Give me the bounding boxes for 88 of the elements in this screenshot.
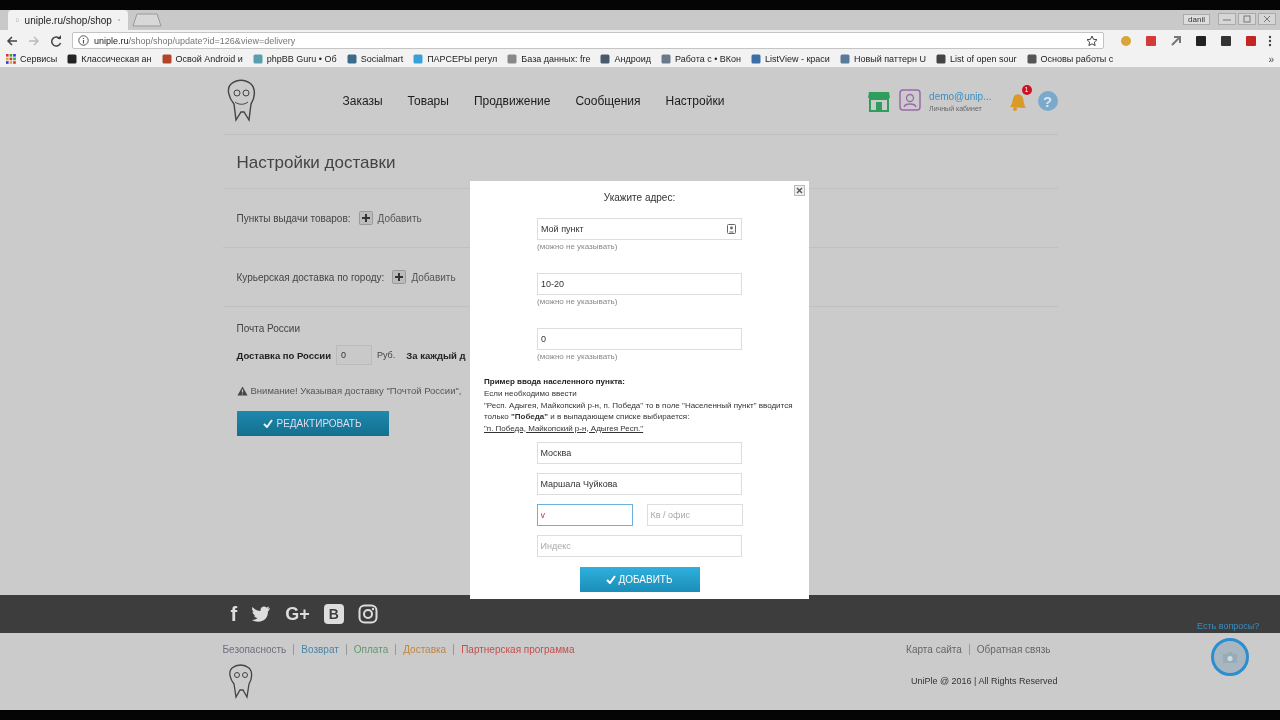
bookmark-icon xyxy=(346,54,357,64)
bookmark-item[interactable]: Основы работы с xyxy=(1026,54,1114,64)
unit-label: Руб. xyxy=(377,350,396,360)
vk-icon[interactable]: B xyxy=(323,604,344,624)
section-label: Курьерская доставка по городу: xyxy=(236,271,385,283)
nav-link[interactable]: Продвижение xyxy=(473,94,551,108)
tab-title: uniple.ru/shop/shop xyxy=(24,14,112,26)
bookmark-icon xyxy=(252,54,263,64)
bookmark-icon xyxy=(507,54,518,64)
bookmark-item[interactable]: Новый паттерн U xyxy=(839,54,926,64)
google-plus-icon[interactable]: G+ xyxy=(285,604,310,624)
plus-icon xyxy=(392,270,407,284)
add-link[interactable]: Добавить xyxy=(392,270,456,284)
text-field[interactable]: v xyxy=(536,504,633,526)
check-icon xyxy=(263,419,274,428)
example-text: Если необходимо ввести "Респ. Адыгея, Майкопский р-н, п. Победа" то в поле "Населенный пункт" вводится только "Победа" и в выпадающем списке выбирается: "п. Победа, Майкопский р-н, Адыгея Респ." xyxy=(484,388,794,434)
browser-tab[interactable]: uniple.ru/shop/shop xyxy=(8,10,128,30)
nav-link[interactable]: Сообщения xyxy=(575,94,641,108)
extension-icon[interactable] xyxy=(1194,33,1208,48)
add-link[interactable]: Добавить xyxy=(358,211,422,225)
bookmark-item[interactable]: ПАРСЕРЫ регул xyxy=(413,54,498,64)
bookmark-icon xyxy=(839,54,850,64)
bookmark-item[interactable]: List of open sour xyxy=(936,54,1017,64)
info-icon[interactable] xyxy=(78,35,89,46)
twitter-icon[interactable] xyxy=(251,605,272,623)
bookmark-icon xyxy=(751,54,762,64)
field-hint: (можно не указывать) xyxy=(537,242,619,251)
edit-button[interactable]: РЕДАКТИРОВАТЬ xyxy=(236,411,389,436)
address-bar[interactable]: uniple.ru/shop/shop/update?id=126&view=delivery xyxy=(72,32,1104,49)
extension-icon[interactable] xyxy=(1219,33,1233,48)
facebook-icon[interactable]: f xyxy=(230,604,238,624)
example-link[interactable]: "п. Победа, Майкопский р-н, Адыгея Респ." xyxy=(484,423,644,433)
instagram-icon[interactable] xyxy=(357,604,378,624)
contact-card-icon[interactable] xyxy=(727,224,736,234)
bookmark-item[interactable]: Освой Android и xyxy=(161,54,243,64)
warning-text: Внимание! Указывая доставку "Почтой России", xyxy=(250,385,462,396)
check-icon xyxy=(606,575,617,584)
nav-link[interactable]: Заказы xyxy=(342,94,383,108)
section-title: Почта России xyxy=(236,323,301,334)
close-icon[interactable] xyxy=(794,185,805,196)
bookmark-item[interactable]: Классическая ан xyxy=(67,54,152,64)
text-field[interactable]: Москва xyxy=(536,442,742,464)
bookmark-icon xyxy=(936,54,946,64)
profile-icon[interactable] xyxy=(899,89,922,113)
more-bookmarks-button[interactable]: » xyxy=(1268,53,1274,65)
bookmark-icon xyxy=(600,54,611,64)
field-hint: (можно не указывать) xyxy=(537,352,619,361)
section-label: Пункты выдачи товаров: xyxy=(236,212,351,224)
bookmark-icon xyxy=(1026,54,1037,64)
url-text: uniple.ru/shop/shop/update?id=126&view=delivery xyxy=(94,35,296,46)
text-field[interactable]: 0 xyxy=(537,328,742,350)
footer-link[interactable]: Карта сайта xyxy=(906,644,969,655)
text-field[interactable]: Индекс xyxy=(536,535,742,557)
text-field[interactable]: Кв / офис xyxy=(646,504,743,526)
bookmark-item[interactable]: Андроид xyxy=(600,54,651,64)
text-field[interactable]: 10-20 xyxy=(537,273,742,295)
star-icon[interactable] xyxy=(1086,34,1098,47)
dialog-title: Укажите адрес: xyxy=(603,192,676,203)
bookmark-item[interactable]: ListView - краси xyxy=(751,54,830,64)
bookmark-item[interactable]: Сервисы xyxy=(6,54,58,64)
camera-icon xyxy=(1222,650,1238,664)
field-label: Доставка по России xyxy=(236,349,331,361)
footer-link[interactable]: Обратная связь xyxy=(968,644,1058,655)
bookmark-icon xyxy=(161,54,172,64)
reload-icon[interactable] xyxy=(50,34,62,47)
bookmark-item[interactable]: База данных: fre xyxy=(507,54,591,64)
warning-icon xyxy=(236,385,248,396)
menu-icon[interactable] xyxy=(1268,34,1272,47)
bookmark-item[interactable]: Socialmart xyxy=(346,54,404,64)
price-field[interactable]: 0 xyxy=(336,345,372,365)
nav-link[interactable]: Настройки xyxy=(665,94,725,108)
text-field[interactable]: Маршала Чуйкова xyxy=(536,473,742,495)
close-icon[interactable] xyxy=(1258,13,1276,25)
bookmark-icon xyxy=(661,54,671,64)
copyright-text: UniPle @ 2016 | All Rights Reserved xyxy=(910,676,1058,686)
nav-link[interactable]: Товары xyxy=(407,94,449,108)
bookmark-icon xyxy=(413,54,424,64)
example-title: Пример ввода населенного пункта: xyxy=(484,377,626,386)
field-label: За каждый д xyxy=(406,349,466,361)
bookmark-icon xyxy=(67,54,78,64)
back-arrow-icon[interactable] xyxy=(6,34,18,47)
profile-button[interactable]: danil xyxy=(1183,14,1210,25)
bookmark-item[interactable]: phpBB Guru • Об xyxy=(252,54,337,64)
text-field[interactable]: Мой пункт xyxy=(537,218,742,240)
field-hint: (можно не указывать) xyxy=(537,297,619,306)
plus-icon xyxy=(358,211,373,225)
apps-grid-icon xyxy=(6,54,16,64)
bookmark-item[interactable]: Работа с • ВКон xyxy=(661,54,742,64)
